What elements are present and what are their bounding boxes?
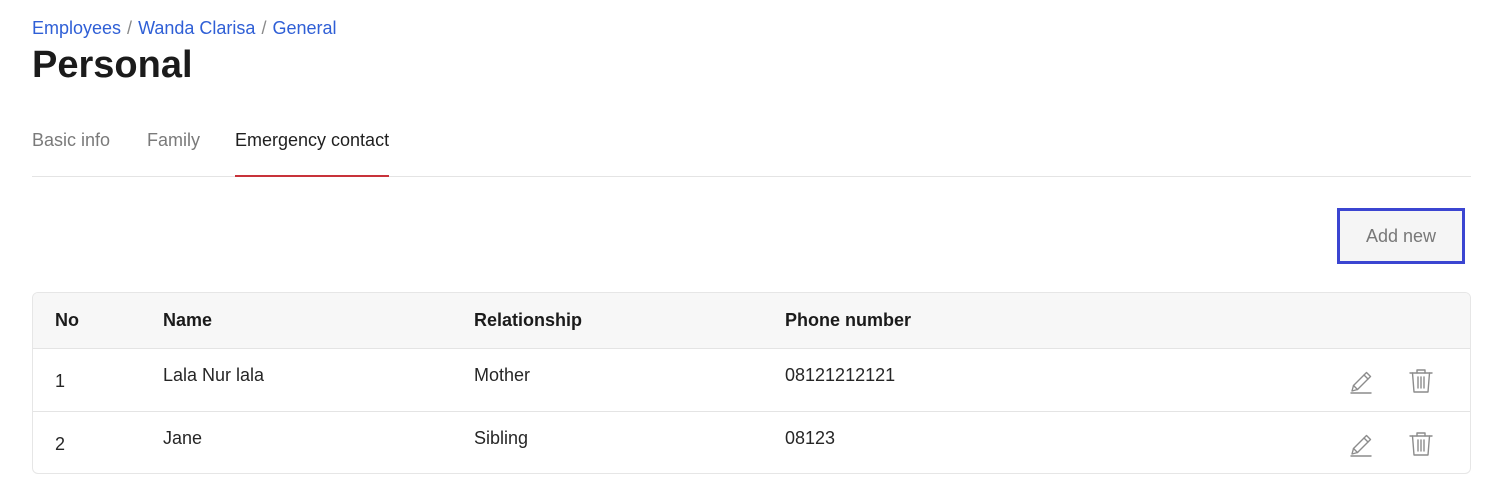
emergency-contact-table: No Name Relationship Phone number 1 Lala… [32,292,1471,474]
active-tab-indicator [235,175,390,177]
edit-icon[interactable] [1347,368,1375,396]
cell-phone: 08123 [785,428,836,448]
column-header-name: Name [163,310,213,330]
table-header: No Name Relationship Phone number [33,293,1470,349]
cell-no: 1 [55,371,66,391]
cell-phone: 08121212121 [785,365,896,385]
trash-icon[interactable] [1407,367,1435,395]
tab-family[interactable]: Family [147,110,200,176]
edit-icon[interactable] [1347,431,1375,459]
breadcrumb-separator: / [127,18,133,38]
breadcrumb-separator: / [261,18,267,38]
trash-icon[interactable] [1407,430,1435,458]
tab-emergency-contact[interactable]: Emergency contact [235,110,390,177]
cell-relationship: Sibling [474,428,529,448]
column-header-no: No [55,310,79,330]
column-header-phone: Phone number [785,310,912,330]
cell-no: 2 [55,434,66,454]
breadcrumb: Employees / Wanda Clarisa / General [32,17,337,39]
tab-basic-info[interactable]: Basic info [32,110,110,176]
page-title: Personal [32,44,193,86]
table-row: 2 Jane Sibling 08123 [33,412,1470,473]
column-header-relationship: Relationship [474,310,583,330]
add-new-button[interactable]: Add new [1337,208,1465,264]
cell-name: Lala Nur lala [163,365,265,385]
breadcrumb-link-employee-name[interactable]: Wanda Clarisa [138,18,255,38]
breadcrumb-link-general[interactable]: General [272,18,336,38]
tab-bar: Basic info Family Emergency contact [32,110,1471,177]
tab-emergency-contact-label: Emergency contact [235,130,390,150]
table-row: 1 Lala Nur lala Mother 08121212121 [33,349,1470,412]
cell-name: Jane [163,428,203,448]
breadcrumb-link-employees[interactable]: Employees [32,18,121,38]
cell-relationship: Mother [474,365,531,385]
